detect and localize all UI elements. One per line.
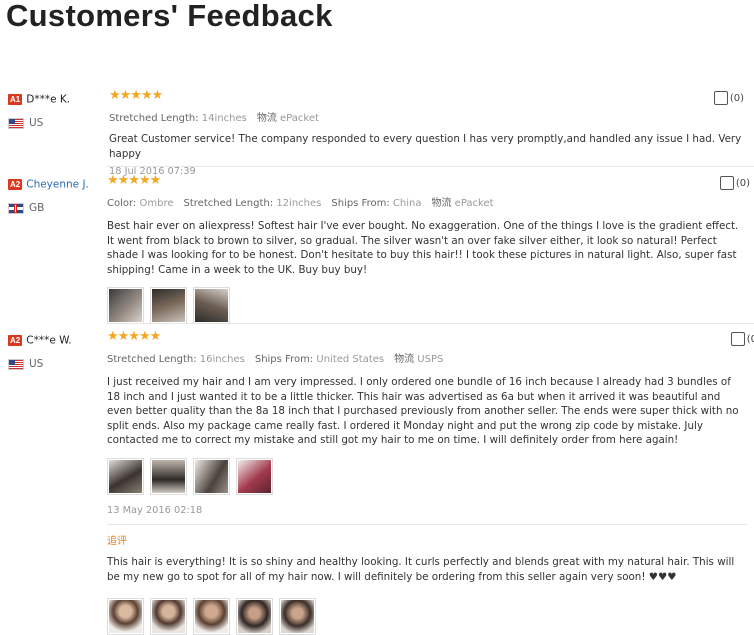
helpful-button[interactable]: (0 [730, 332, 754, 346]
reviewer-country: US [8, 358, 103, 370]
star-rating: ★★★★★ [107, 329, 161, 344]
review-text: Best hair ever on aliexpress! Softest ha… [107, 220, 739, 276]
review-photo[interactable] [236, 457, 273, 495]
review-photo[interactable] [150, 457, 187, 495]
review-content: ★★★★★ Stretched Length: 14inches 物流 ePack… [109, 88, 749, 178]
buyer-level-badge: A2 [8, 179, 23, 190]
review-photo[interactable] [107, 287, 144, 325]
gb-flag-icon [8, 202, 24, 214]
followup-text: This hair is everything! It is so shiny … [107, 555, 735, 583]
us-flag-icon [8, 117, 24, 129]
thumbs-up-icon [730, 332, 745, 346]
review-photo[interactable] [150, 598, 187, 635]
followup-divider [107, 523, 747, 525]
review-photos [107, 457, 747, 495]
review-divider [107, 323, 754, 324]
helpful-button[interactable]: (0) [713, 91, 744, 105]
review-photo[interactable] [279, 598, 316, 635]
reviewer-country: GB [8, 202, 103, 214]
review-content: ★★★★★ Stretched Length: 16inches Ships Fr… [107, 330, 747, 635]
review-text: Great Customer service! The company resp… [109, 133, 742, 160]
thumbs-up-icon [713, 91, 728, 105]
review-divider [107, 166, 754, 167]
review-text: I just received my hair and I am very im… [107, 376, 739, 447]
followup-photos [107, 598, 747, 635]
review-content: ★★★★★ Color: Ombre Stretched Length: 12in… [107, 173, 747, 325]
followup-label: 追评 [107, 535, 127, 547]
review-date: 13 May 2016 02:18 [107, 504, 203, 516]
reviewer-info: A1 D***e K. US [8, 89, 103, 129]
review-photo[interactable] [193, 457, 230, 495]
review-photo[interactable] [193, 287, 230, 325]
review-photo[interactable] [107, 598, 144, 635]
reviewer-name: D***e K. [26, 93, 71, 106]
page-title: Customers' Feedback [6, 0, 333, 33]
review-meta: Stretched Length: 16inches Ships From: Un… [107, 354, 444, 365]
review-meta: Color: Ombre Stretched Length: 12inches Sh… [107, 198, 494, 209]
star-rating: ★★★★★ [107, 173, 161, 188]
review-photo[interactable] [236, 598, 273, 635]
reviewer-country: US [8, 117, 103, 129]
review-meta: Stretched Length: 14inches 物流 ePacket [109, 113, 319, 124]
review-photo[interactable] [193, 598, 230, 635]
star-rating: ★★★★★ [109, 88, 163, 103]
buyer-level-badge: A1 [8, 94, 23, 105]
thumbs-up-icon [719, 176, 734, 190]
us-flag-icon [8, 358, 24, 370]
buyer-level-badge: A2 [8, 335, 23, 346]
reviewer-info: A2 C***e W. US [8, 330, 103, 370]
reviewer-info: A2 Cheyenne J. GB [8, 174, 103, 214]
review-photo[interactable] [150, 287, 187, 325]
reviewer-name: C***e W. [26, 334, 72, 347]
review-photo[interactable] [107, 457, 144, 495]
reviewer-name[interactable]: Cheyenne J. [26, 179, 89, 191]
review-photos [107, 287, 747, 325]
helpful-button[interactable]: (0) [719, 176, 750, 190]
